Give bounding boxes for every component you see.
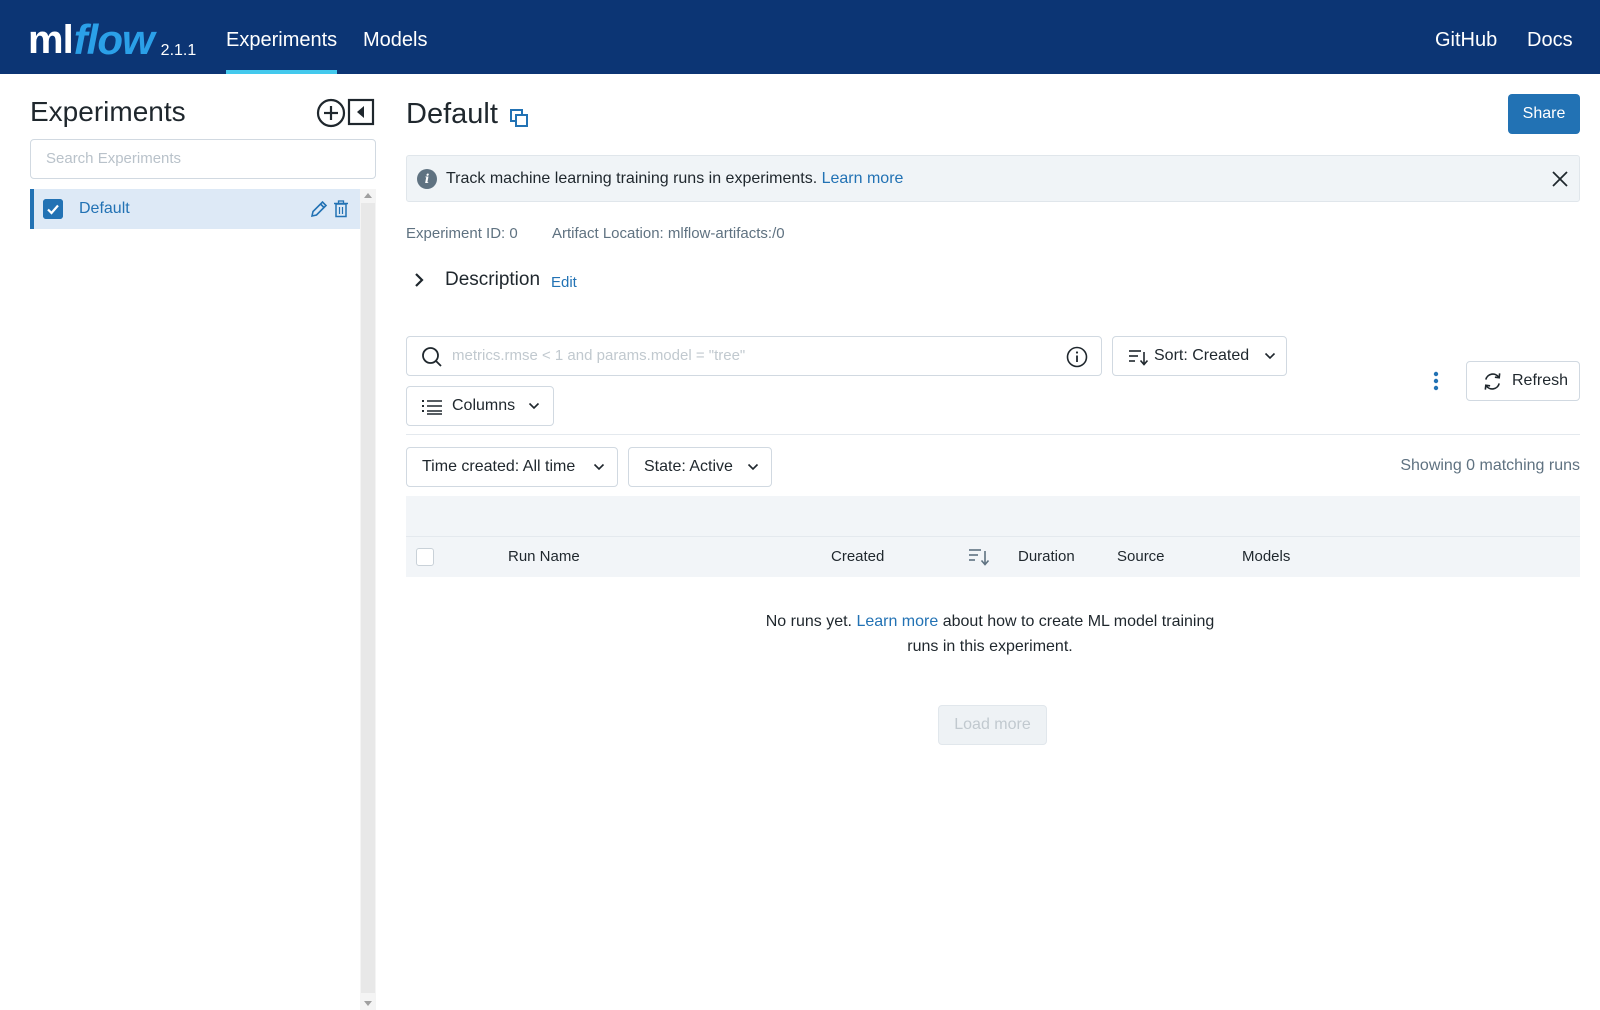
nav-models[interactable]: Models — [363, 0, 427, 74]
info-banner: i Track machine learning training runs i… — [406, 155, 1580, 202]
experiment-title: Default — [406, 98, 498, 130]
runs-search-placeholder: metrics.rmse < 1 and params.model = "tre… — [452, 347, 746, 364]
column-header-run-name[interactable]: Run Name — [508, 537, 580, 577]
state-filter[interactable]: State: Active — [628, 447, 772, 487]
collapse-sidebar-icon[interactable] — [347, 98, 375, 126]
runs-table-header: Run Name Created Duration Source Models — [406, 537, 1580, 577]
chevron-down-icon — [528, 402, 540, 410]
load-more-button[interactable]: Load more — [938, 705, 1047, 745]
column-header-created[interactable]: Created — [831, 537, 884, 577]
nav-docs-link[interactable]: Docs — [1527, 0, 1573, 74]
pencil-icon[interactable] — [309, 199, 329, 219]
mlflow-logo[interactable]: ml flow 2.1.1 — [28, 8, 196, 66]
search-experiments-input[interactable]: Search Experiments — [30, 139, 376, 179]
banner-learn-more-link[interactable]: Learn more — [822, 170, 904, 187]
experiment-item-default[interactable]: Default — [30, 189, 360, 229]
sidebar-title: Experiments — [30, 96, 186, 127]
time-created-filter[interactable]: Time created: All time — [406, 447, 618, 487]
copy-icon[interactable] — [509, 108, 529, 128]
sort-descending-icon[interactable] — [968, 547, 990, 567]
trash-icon[interactable] — [333, 200, 349, 218]
share-button[interactable]: Share — [1508, 94, 1580, 134]
sidebar-scrollbar[interactable] — [360, 189, 376, 1010]
plus-circle-icon[interactable] — [316, 98, 346, 128]
refresh-label: Refresh — [1512, 372, 1569, 389]
empty-prefix: No runs yet. — [765, 613, 852, 630]
more-options-icon[interactable] — [1433, 371, 1439, 391]
scroll-up-arrow-icon[interactable] — [364, 193, 372, 198]
description-toggle[interactable]: Description — [445, 269, 540, 291]
chevron-down-icon — [1264, 352, 1276, 360]
state-label: State: Active — [644, 458, 733, 475]
experiment-list: Default — [30, 189, 360, 1009]
info-circle-icon: i — [417, 169, 437, 189]
search-icon — [422, 347, 442, 367]
matching-runs-count: Showing 0 matching runs — [1400, 457, 1580, 474]
refresh-button[interactable]: Refresh — [1466, 361, 1580, 401]
empty-suffix: about how to create ML model training — [942, 613, 1215, 630]
info-icon[interactable] — [1066, 346, 1088, 368]
chevron-down-icon — [593, 463, 605, 471]
close-icon[interactable] — [1550, 169, 1570, 189]
sort-icon — [1129, 350, 1148, 366]
sort-dropdown[interactable]: Sort: Created — [1112, 336, 1287, 376]
banner-message: Track machine learning training runs in … — [446, 170, 818, 187]
description-edit-link[interactable]: Edit — [551, 274, 577, 291]
refresh-icon — [1484, 373, 1501, 390]
scroll-down-arrow-icon[interactable] — [364, 1001, 372, 1006]
empty-line2: runs in this experiment. — [907, 638, 1073, 655]
checkbox-checked-icon[interactable] — [43, 199, 63, 219]
sort-label: Sort: Created — [1154, 347, 1250, 364]
version-label: 2.1.1 — [160, 42, 197, 59]
logo-ml-text: ml — [28, 18, 74, 62]
columns-dropdown[interactable]: Columns — [406, 386, 554, 426]
top-navigation-bar: ml flow 2.1.1 Experiments Models GitHub … — [0, 0, 1600, 74]
time-created-label: Time created: All time — [422, 458, 576, 475]
divider — [406, 434, 1580, 435]
empty-learn-more-link[interactable]: Learn more — [856, 613, 938, 630]
scrollbar-thumb[interactable] — [361, 203, 375, 993]
chevron-down-icon — [747, 463, 759, 471]
experiment-item-label: Default — [79, 200, 130, 217]
list-icon — [422, 400, 442, 415]
experiment-id: Experiment ID: 0 — [406, 225, 518, 242]
artifact-location: Artifact Location: mlflow-artifacts:/0 — [552, 225, 785, 242]
column-header-duration[interactable]: Duration — [1018, 537, 1075, 577]
column-header-models[interactable]: Models — [1242, 537, 1290, 577]
runs-search-input[interactable]: metrics.rmse < 1 and params.model = "tre… — [406, 336, 1102, 376]
select-all-checkbox[interactable] — [416, 548, 434, 566]
chevron-right-icon[interactable] — [412, 272, 426, 288]
logo-flow-text: flow — [73, 16, 155, 63]
empty-state-message: No runs yet. Learn more about how to cre… — [740, 609, 1240, 659]
banner-text: Track machine learning training runs in … — [446, 156, 903, 201]
column-header-source[interactable]: Source — [1117, 537, 1165, 577]
nav-github-link[interactable]: GitHub — [1435, 0, 1497, 74]
columns-label: Columns — [452, 397, 516, 414]
nav-experiments[interactable]: Experiments — [226, 0, 338, 74]
table-group-header — [406, 496, 1580, 537]
